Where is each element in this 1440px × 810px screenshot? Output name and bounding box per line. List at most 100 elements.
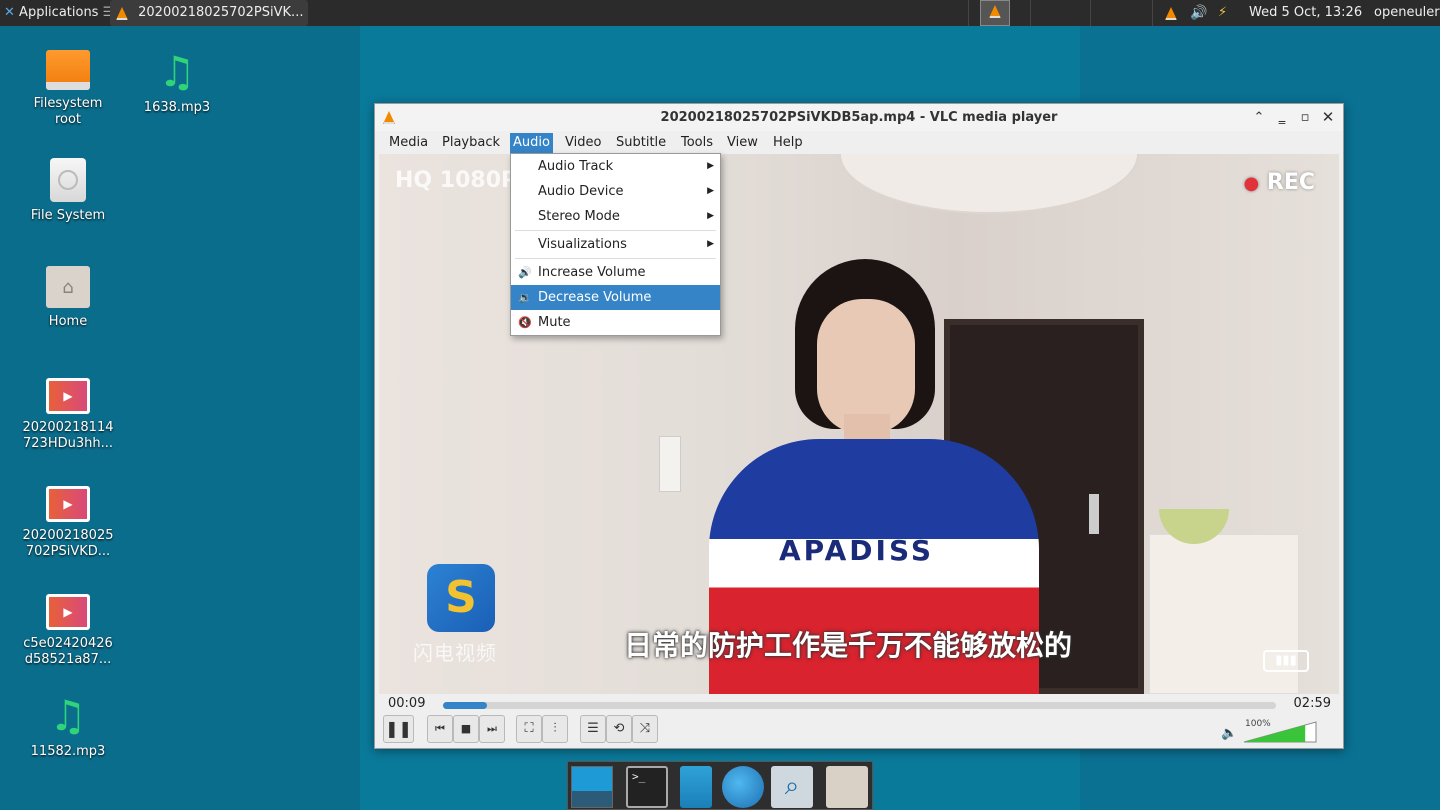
menu-tools[interactable]: Tools bbox=[678, 133, 716, 153]
intercom bbox=[659, 436, 681, 492]
menu-media[interactable]: Media bbox=[386, 133, 431, 153]
loop-button[interactable]: ⟲ bbox=[606, 715, 632, 743]
file-manager-icon[interactable] bbox=[680, 766, 712, 808]
extended-settings-button[interactable]: ⫶ bbox=[542, 715, 568, 743]
shuffle-icon: ⤨ bbox=[639, 721, 651, 736]
seek-slider[interactable] bbox=[443, 702, 1276, 709]
menu-video[interactable]: Video bbox=[562, 133, 604, 153]
stop-icon: ■ bbox=[460, 722, 472, 735]
window-title: 20200218025702PSiVKDB5ap.mp4 - VLC media… bbox=[660, 110, 1058, 125]
volume-down-icon: 🔉 bbox=[518, 291, 532, 304]
menu-subtitle[interactable]: Subtitle bbox=[613, 133, 669, 153]
desktop-icon-label: 20200218025 702PSiVKD... bbox=[22, 528, 114, 559]
folder-icon[interactable] bbox=[826, 766, 868, 808]
chevron-up-icon[interactable]: ⌃ bbox=[1248, 104, 1270, 131]
pause-button[interactable]: ❚❚ bbox=[383, 715, 414, 743]
menu-item-audio-device[interactable]: Audio Device ▶ bbox=[511, 179, 720, 204]
vlc-icon bbox=[383, 110, 395, 124]
playlist-button[interactable]: ☰ bbox=[580, 715, 606, 743]
web-browser-icon[interactable] bbox=[722, 766, 764, 808]
loop-icon: ⟲ bbox=[613, 721, 625, 736]
seek-row: 00:09 02:59 bbox=[375, 696, 1343, 716]
minimize-button[interactable]: ‗ bbox=[1271, 104, 1293, 131]
channel-logo-icon: S bbox=[427, 564, 495, 632]
menu-item-audio-track[interactable]: Audio Track ▶ bbox=[511, 154, 720, 179]
submenu-arrow-icon: ▶ bbox=[707, 186, 714, 196]
menu-playback[interactable]: Playback bbox=[439, 133, 503, 153]
desktop-icon-label: c5e02420426 d58521a87... bbox=[23, 636, 113, 667]
music-note-icon: ♫ bbox=[158, 47, 196, 96]
terminal-icon[interactable]: >_ bbox=[626, 766, 668, 808]
elapsed-time: 00:09 bbox=[388, 696, 426, 711]
music-note-icon: ♫ bbox=[49, 691, 87, 740]
submenu-arrow-icon: ▶ bbox=[707, 239, 714, 249]
video-file-icon: ▶ bbox=[46, 486, 90, 522]
menu-item-mute[interactable]: 🔇 Mute bbox=[511, 310, 720, 335]
battery-icon: ▮▮▮ bbox=[1263, 650, 1309, 672]
menu-item-increase-volume[interactable]: 🔊 Increase Volume bbox=[511, 260, 720, 285]
desktop-icon-file-system[interactable]: File System bbox=[18, 158, 118, 224]
vlc-titlebar[interactable]: 20200218025702PSiVKDB5ap.mp4 - VLC media… bbox=[375, 104, 1343, 131]
desktop-icon-label: 20200218114 723HDu3hh... bbox=[22, 420, 114, 451]
next-button[interactable]: ⏭ bbox=[479, 715, 505, 743]
menu-separator bbox=[515, 230, 716, 231]
desktop-icon-11582-mp3[interactable]: ♫ 11582.mp3 bbox=[18, 694, 118, 760]
submenu-arrow-icon: ▶ bbox=[707, 211, 714, 221]
quality-watermark: HQ 1080P bbox=[395, 168, 518, 193]
show-desktop-icon[interactable] bbox=[571, 766, 613, 808]
volume-up-icon: 🔊 bbox=[518, 266, 532, 279]
volume-slider[interactable] bbox=[1243, 721, 1317, 743]
seek-progress bbox=[443, 702, 488, 709]
user-menu[interactable]: openeuler bbox=[1374, 0, 1440, 26]
pause-icon: ❚❚ bbox=[385, 719, 412, 738]
menu-item-visualizations[interactable]: Visualizations ▶ bbox=[511, 232, 720, 257]
applications-label: Applications bbox=[19, 5, 99, 20]
desktop-icon-home[interactable]: ⌂ Home bbox=[18, 266, 118, 330]
shuffle-button[interactable]: ⤨ bbox=[632, 715, 658, 743]
desktop-icon-1638-mp3[interactable]: ♫ 1638.mp3 bbox=[127, 50, 227, 116]
dock: >_ ⌕ bbox=[567, 761, 873, 810]
menu-audio[interactable]: Audio bbox=[510, 133, 553, 153]
taskbar-vlc-window-button[interactable]: 20200218025702PSiVK... bbox=[110, 0, 308, 26]
desktop-icon-label: Filesystem root bbox=[33, 96, 103, 127]
power-tray-icon[interactable]: ⚡ bbox=[1218, 0, 1227, 26]
skip-forward-icon: ⏭ bbox=[487, 722, 497, 735]
applications-icon: ✕ bbox=[4, 5, 15, 20]
previous-button[interactable]: ⏮ bbox=[427, 715, 453, 743]
rec-dot-icon: ● bbox=[1243, 173, 1260, 194]
menu-view[interactable]: View bbox=[724, 133, 761, 153]
workspace-vlc-thumbnail[interactable] bbox=[980, 0, 1010, 26]
fullscreen-icon: ⛶ bbox=[524, 721, 534, 736]
speaker-icon[interactable]: 🔈 bbox=[1221, 726, 1237, 741]
desktop-icon-video-1[interactable]: ▶ 20200218114 723HDu3hh... bbox=[18, 378, 118, 452]
menu-help[interactable]: Help bbox=[770, 133, 806, 153]
desktop-icon-video-3[interactable]: ▶ c5e02420426 d58521a87... bbox=[18, 594, 118, 668]
desktop-icon-label: File System bbox=[30, 208, 106, 223]
desktop-icon-label: Home bbox=[48, 314, 88, 329]
menu-item-stereo-mode[interactable]: Stereo Mode ▶ bbox=[511, 204, 720, 229]
video-file-icon: ▶ bbox=[46, 378, 90, 414]
close-button[interactable]: ✕ bbox=[1317, 104, 1339, 131]
video-subtitle: 日常的防护工作是千万不能够放松的 bbox=[624, 629, 1073, 662]
vlc-icon bbox=[989, 4, 1001, 18]
channel-logo-text: 闪电视频 bbox=[413, 641, 497, 665]
applications-menu-button[interactable]: ✕ Applications ☰ bbox=[0, 0, 114, 26]
app-finder-icon[interactable]: ⌕ bbox=[771, 766, 813, 808]
vlc-menubar: Media Playback Audio Video Subtitle Tool… bbox=[375, 131, 1343, 155]
vlc-tray-icon[interactable] bbox=[1165, 0, 1177, 26]
fullscreen-button[interactable]: ⛶ bbox=[516, 715, 542, 743]
desktop-icon-filesystem-root[interactable]: Filesystem root bbox=[18, 50, 118, 128]
skip-back-icon: ⏮ bbox=[435, 722, 445, 735]
clock[interactable]: Wed 5 Oct, 13:26 bbox=[1249, 0, 1362, 26]
menu-item-decrease-volume[interactable]: 🔉 Decrease Volume bbox=[511, 285, 720, 310]
desktop-icon-label: 11582.mp3 bbox=[30, 744, 106, 759]
video-file-icon: ▶ bbox=[46, 594, 90, 630]
volume-tray-icon[interactable]: 🔊 bbox=[1190, 0, 1207, 26]
desktop-icon-video-2[interactable]: ▶ 20200218025 702PSiVKD... bbox=[18, 486, 118, 560]
maximize-button[interactable]: ▫ bbox=[1294, 104, 1316, 131]
top-panel: ✕ Applications ☰ 20200218025702PSiVK... … bbox=[0, 0, 1440, 26]
mute-icon: 🔇 bbox=[518, 316, 532, 329]
home-folder-icon: ⌂ bbox=[46, 266, 90, 308]
playlist-icon: ☰ bbox=[587, 721, 599, 736]
stop-button[interactable]: ■ bbox=[453, 715, 479, 743]
